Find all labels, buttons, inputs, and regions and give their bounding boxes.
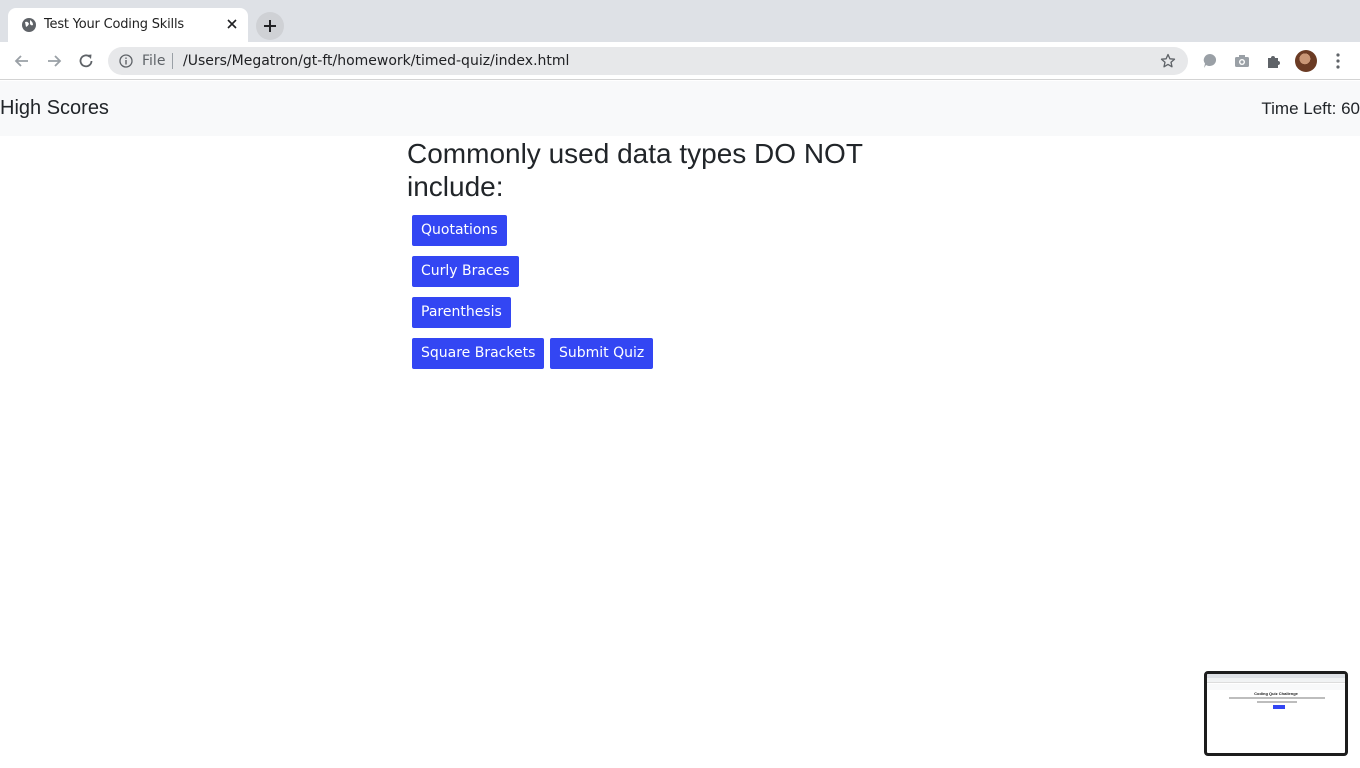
camera-icon[interactable] [1233,52,1251,70]
new-tab-button[interactable] [256,12,284,40]
thumbnail-button [1273,705,1285,709]
puzzle-icon[interactable] [1265,52,1283,70]
tab-strip: Test Your Coding Skills [0,0,1360,42]
thumbnail-toolbar [1207,678,1345,683]
reload-icon[interactable] [76,51,96,71]
thumbnail-header [1207,684,1345,690]
answer-button[interactable]: Quotations [412,215,507,246]
forward-arrow-icon[interactable] [44,51,64,71]
page-header: High Scores Time Left: 60 [0,81,1360,136]
timer-label: Time Left: [1261,99,1342,118]
address-separator [172,53,173,69]
browser-tab[interactable]: Test Your Coding Skills [8,8,248,42]
globe-icon [22,18,36,32]
url-text[interactable]: /Users/Megatron/gt-ft/homework/timed-qui… [183,53,569,69]
thumbnail-title: Coding Quiz Challenge [1254,691,1298,696]
thumbnail-text-line [1229,697,1325,699]
answer-button[interactable]: Curly Braces [412,256,519,287]
star-icon[interactable] [1160,53,1176,69]
plus-icon [264,20,276,32]
info-icon[interactable] [119,54,133,68]
tab-title: Test Your Coding Skills [44,17,184,32]
address-bar[interactable]: File /Users/Megatron/gt-ft/homework/time… [108,47,1188,75]
kebab-menu-icon[interactable] [1330,52,1346,70]
thumbnail-text-line [1257,701,1297,703]
browser-toolbar: File /Users/Megatron/gt-ft/homework/time… [0,42,1360,80]
timer: Time Left: 60 [1261,99,1360,119]
answer-button[interactable]: Parenthesis [412,297,511,328]
avatar[interactable] [1295,50,1317,72]
answer-button[interactable]: Square Brackets [412,338,545,369]
high-scores-link[interactable]: High Scores [0,97,109,120]
submit-quiz-button[interactable]: Submit Quiz [550,338,654,369]
back-arrow-icon[interactable] [12,51,32,71]
close-icon[interactable] [224,16,240,32]
screenshot-thumbnail[interactable]: Coding Quiz Challenge [1204,671,1348,756]
timer-value: 60 [1341,99,1360,118]
address-prefix: File [142,53,166,69]
chat-bubble-icon[interactable] [1201,52,1219,70]
question-text: Commonly used data types DO NOT include: [407,138,863,202]
